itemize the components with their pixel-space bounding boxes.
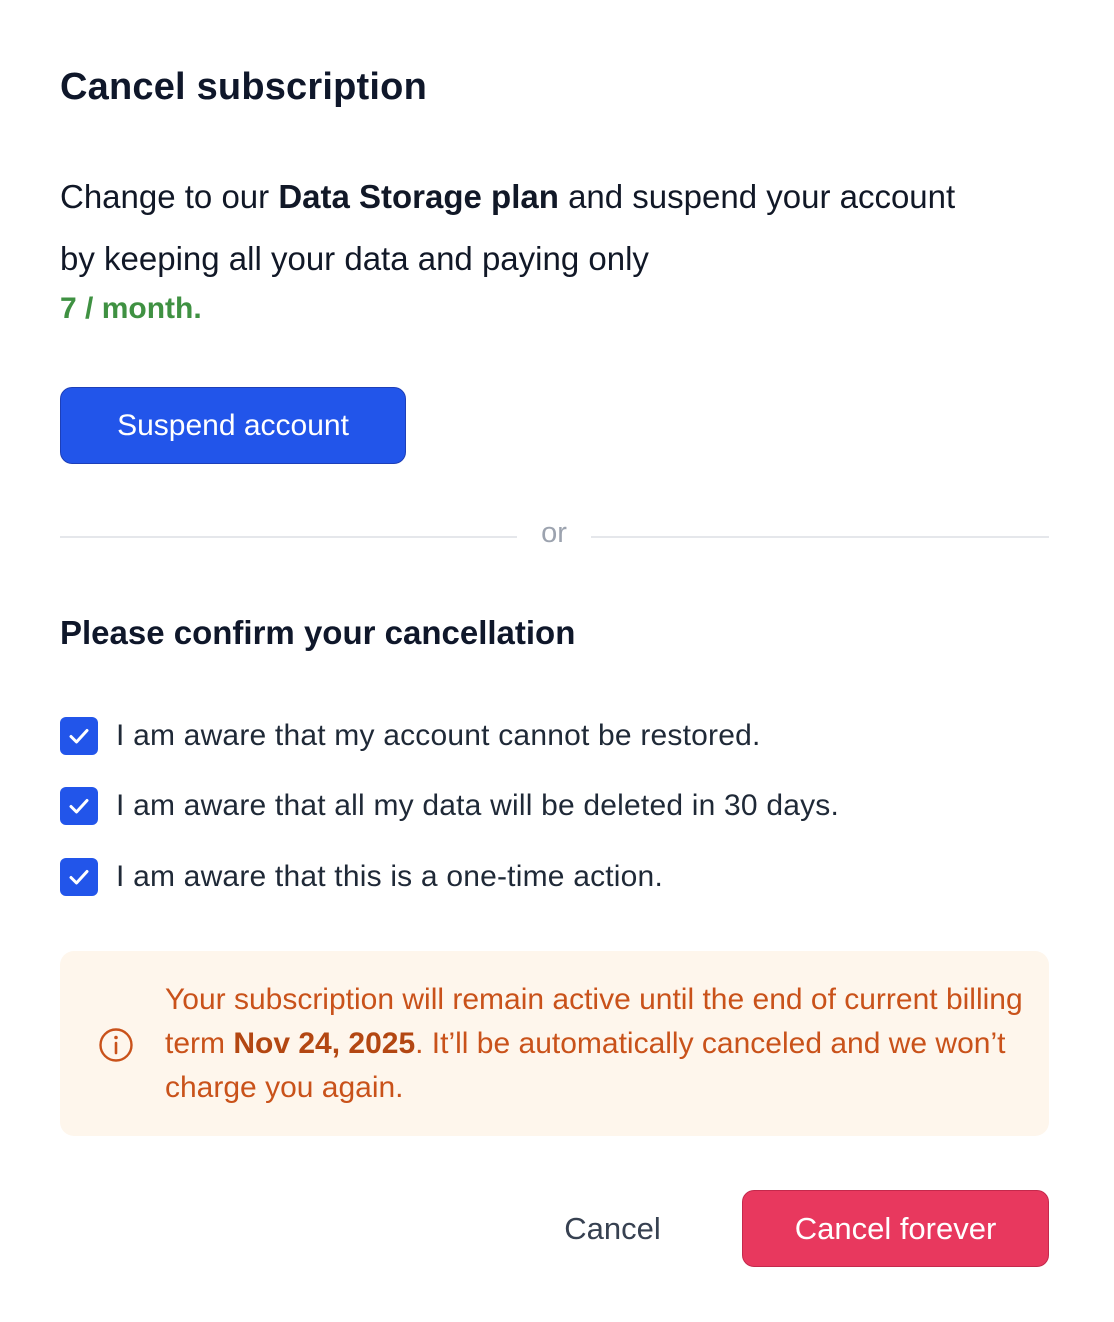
confirmation-restore[interactable]: I am aware that my account cannot be res… bbox=[60, 716, 761, 756]
check-icon bbox=[69, 799, 89, 814]
confirm-title: Please confirm your cancellation bbox=[60, 614, 576, 651]
notice-text: Your subscription will remain active unt… bbox=[165, 978, 1025, 1110]
confirmation-label-deleted: I am aware that all my data will be dele… bbox=[116, 789, 840, 822]
cancel-button[interactable]: Cancel bbox=[545, 1200, 680, 1258]
confirmation-deleted[interactable]: I am aware that all my data will be dele… bbox=[60, 786, 839, 826]
cancel-forever-button[interactable]: Cancel forever bbox=[742, 1190, 1049, 1267]
billing-notice: Your subscription will remain active unt… bbox=[60, 951, 1049, 1136]
offer-description: Change to our Data Storage plan and susp… bbox=[60, 166, 960, 290]
confirmation-label-restore: I am aware that my account cannot be res… bbox=[116, 719, 761, 752]
offer-price: 7 / month. bbox=[60, 292, 202, 325]
dialog-title: Cancel subscription bbox=[60, 66, 427, 108]
check-icon bbox=[69, 870, 89, 885]
confirmation-label-one-time: I am aware that this is a one-time actio… bbox=[116, 860, 663, 893]
confirmation-one-time[interactable]: I am aware that this is a one-time actio… bbox=[60, 857, 663, 897]
checkbox-deleted[interactable] bbox=[60, 787, 98, 825]
divider-line-left bbox=[60, 536, 517, 538]
cancel-subscription-dialog: Cancel subscription Change to our Data S… bbox=[0, 0, 1114, 1322]
notice-date: Nov 24, 2025 bbox=[233, 1027, 416, 1060]
offer-plan-name: Data Storage plan bbox=[278, 178, 559, 215]
offer-text-before: Change to our bbox=[60, 178, 279, 215]
suspend-account-button[interactable]: Suspend account bbox=[60, 387, 406, 464]
check-icon bbox=[69, 729, 89, 744]
checkbox-restore[interactable] bbox=[60, 717, 98, 755]
divider-line-right bbox=[591, 536, 1049, 538]
checkbox-one-time[interactable] bbox=[60, 858, 98, 896]
info-icon bbox=[99, 1028, 133, 1062]
divider-or-text: or bbox=[541, 517, 567, 549]
or-divider: or bbox=[60, 515, 1049, 559]
